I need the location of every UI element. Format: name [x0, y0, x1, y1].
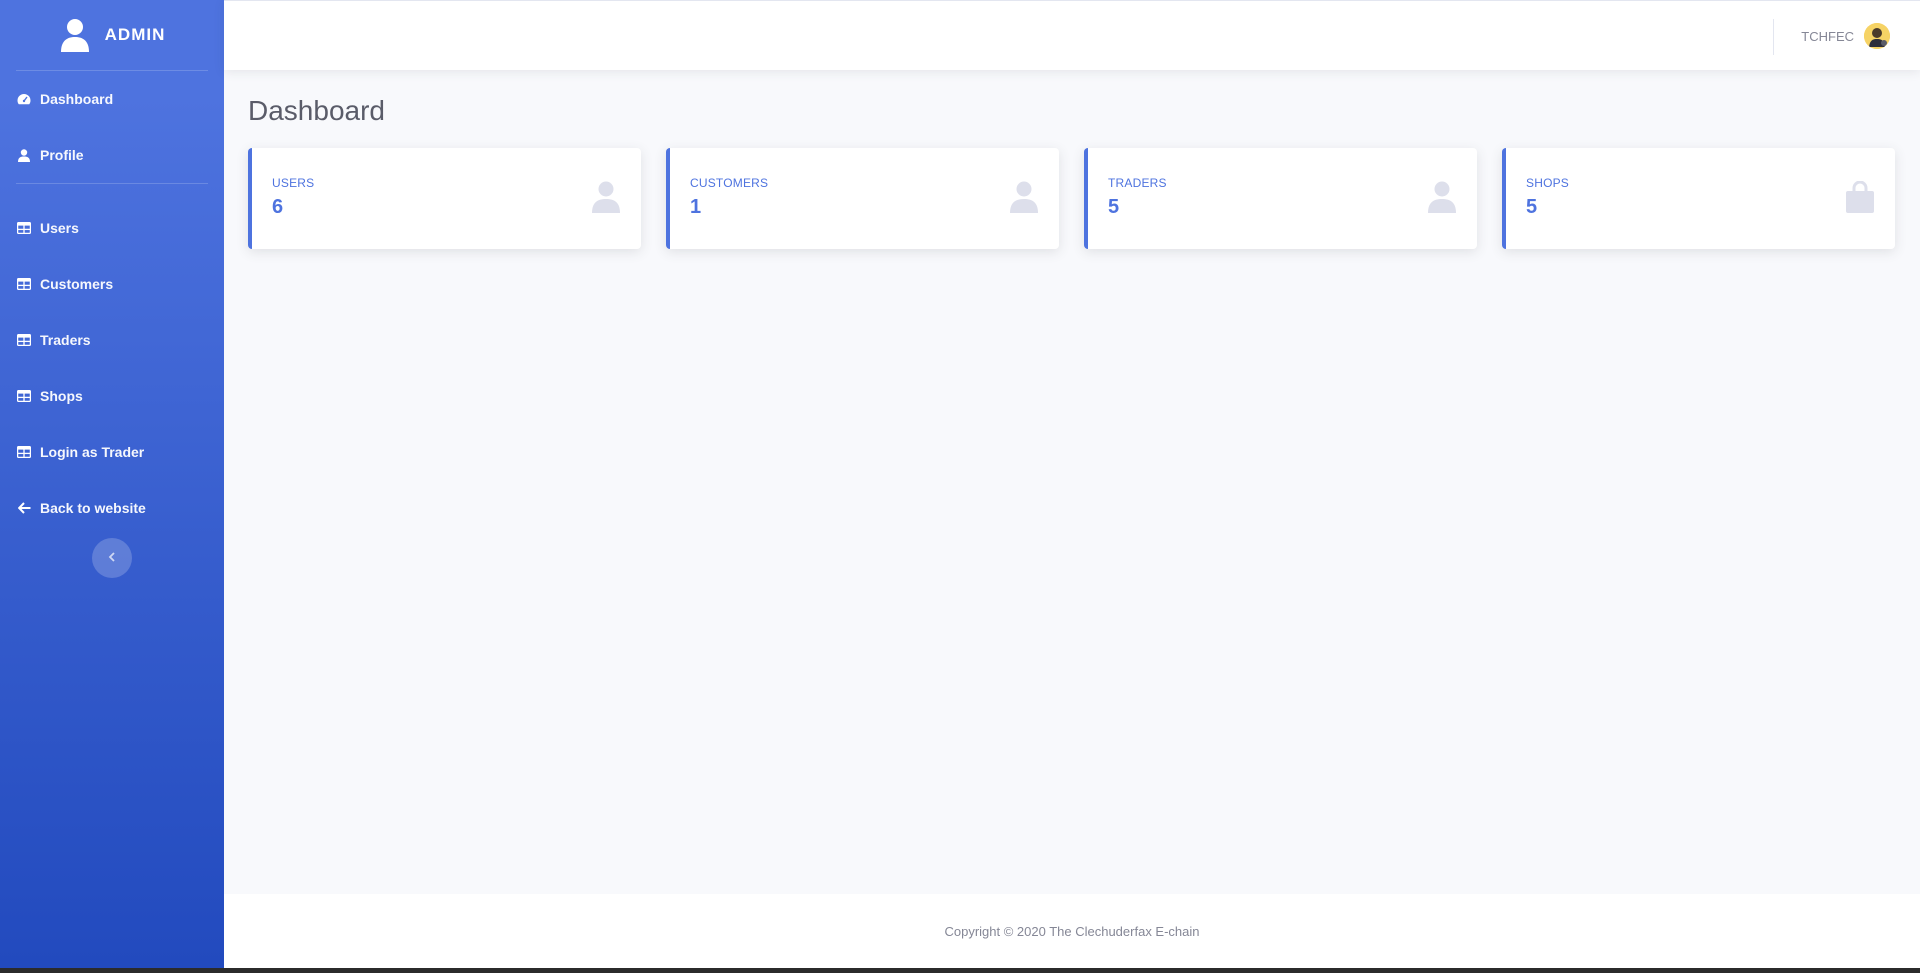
card-label: SHOPS [1526, 176, 1570, 190]
copyright-text: Copyright © 2020 The Clechuderfax E-chai… [944, 923, 1200, 939]
arrow-left-icon [17, 501, 31, 515]
sidebar-item-back-to-website[interactable]: Back to website [0, 480, 224, 536]
shops-card: SHOPS 5 [1502, 148, 1895, 249]
topbar-divider [1773, 19, 1774, 55]
card-value: 1 [690, 196, 702, 218]
users-card: USERS 6 [248, 148, 641, 249]
card-value: 6 [272, 196, 284, 218]
main-content: Dashboard USERS 6 CUSTOMERS 1 TRADERS 5 … [248, 70, 1896, 249]
sidebar-brand[interactable]: ADMIN [0, 0, 224, 70]
card-label: TRADERS [1108, 176, 1167, 190]
sidebar-item-dashboard[interactable]: Dashboard [0, 71, 224, 127]
footer: Copyright © 2020 The Clechuderfax E-chai… [224, 894, 1920, 968]
sidebar-item-label: Traders [40, 332, 91, 348]
card-value: 5 [1108, 196, 1120, 218]
table-icon [17, 333, 31, 347]
user-icon [591, 180, 621, 214]
sidebar-item-users[interactable]: Users [0, 200, 224, 256]
user-icon [1009, 180, 1039, 214]
sidebar-item-traders[interactable]: Traders [0, 312, 224, 368]
brand-text: ADMIN [104, 25, 166, 44]
window-bottom-strip [0, 968, 1920, 973]
table-icon [17, 221, 31, 235]
sidebar-item-customers[interactable]: Customers [0, 256, 224, 312]
page-title: Dashboard [248, 95, 385, 126]
topbar: TCHFEC [224, 0, 1920, 70]
sidebar-item-login-as-trader[interactable]: Login as Trader [0, 424, 224, 480]
card-label: USERS [272, 176, 315, 190]
user-name: TCHFEC [1801, 28, 1854, 44]
user-icon [17, 148, 31, 162]
sidebar-item-label: Customers [40, 276, 114, 292]
traders-card: TRADERS 5 [1084, 148, 1477, 249]
table-icon [17, 277, 31, 291]
sidebar-toggle-wrap [0, 536, 224, 578]
shopping-bag-icon [1845, 180, 1875, 214]
user-icon [59, 17, 91, 53]
sidebar-item-profile[interactable]: Profile [0, 127, 224, 183]
chevron-left-icon [108, 549, 116, 567]
table-icon [17, 445, 31, 459]
sidebar-item-label: Profile [40, 147, 84, 163]
card-label: CUSTOMERS [690, 176, 769, 190]
sidebar: ADMIN Dashboard Profile Users Customers … [0, 0, 224, 968]
stat-cards: USERS 6 CUSTOMERS 1 TRADERS 5 SHOPS 5 [248, 148, 1896, 249]
sidebar-item-label: Dashboard [40, 91, 114, 107]
customers-card: CUSTOMERS 1 [666, 148, 1059, 249]
tachometer-icon [17, 92, 31, 106]
sidebar-item-shops[interactable]: Shops [0, 368, 224, 424]
avatar [1864, 23, 1890, 49]
sidebar-item-label: Login as Trader [40, 444, 145, 460]
sidebar-item-label: Back to website [40, 500, 146, 516]
user-icon [1427, 180, 1457, 214]
sidebar-toggle-button[interactable] [92, 538, 132, 578]
table-icon [17, 389, 31, 403]
sidebar-item-label: Shops [40, 388, 83, 404]
user-menu[interactable]: TCHFEC [1801, 1, 1890, 71]
sidebar-item-label: Users [40, 220, 79, 236]
card-value: 5 [1526, 196, 1538, 218]
